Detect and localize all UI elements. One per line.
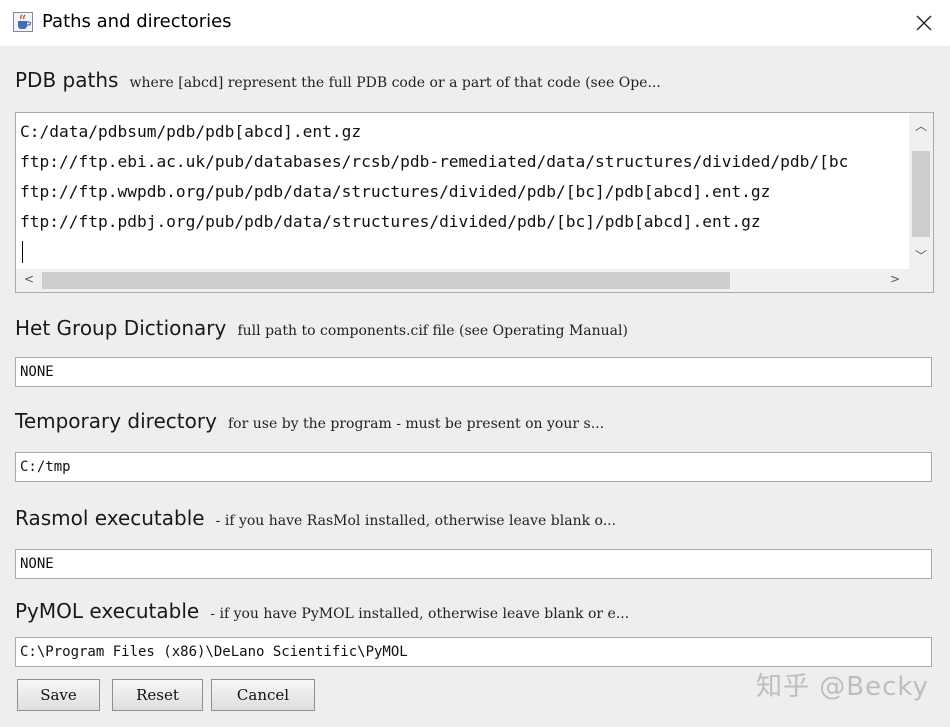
scroll-corner — [909, 269, 933, 292]
java-cup-icon — [13, 12, 33, 32]
pdb-path-line: ftp://ftp.wwpdb.org/pub/pdb/data/structu… — [20, 182, 771, 201]
dialog-content: PDB paths where [abcd] represent the ful… — [0, 46, 950, 727]
window-title: Paths and directories — [42, 11, 232, 32]
pdb-paths-textarea[interactable]: C:/data/pdbsum/pdb/pdb[abcd].ent.gz ftp:… — [15, 112, 934, 293]
pymol-input[interactable] — [15, 637, 932, 667]
rasmol-hint: - if you have RasMol installed, otherwis… — [215, 513, 617, 529]
pymol-heading: PyMOL executable - if you have PyMOL ins… — [15, 599, 629, 623]
rasmol-heading: Rasmol executable - if you have RasMol i… — [15, 506, 616, 530]
close-button[interactable] — [906, 6, 942, 40]
pdb-paths-lines: C:/data/pdbsum/pdb/pdb[abcd].ent.gz ftp:… — [20, 117, 908, 267]
vertical-scrollbar[interactable]: ︿ ﹀ — [909, 113, 933, 269]
het-group-title: Het Group Dictionary — [15, 316, 227, 340]
close-icon — [916, 15, 932, 31]
pymol-title: PyMOL executable — [15, 599, 200, 623]
temp-dir-hint: for use by the program - must be present… — [228, 416, 605, 432]
pdb-paths-hint: where [abcd] represent the full PDB code… — [129, 75, 661, 91]
scroll-left-icon[interactable]: < — [24, 272, 34, 286]
horizontal-scroll-thumb[interactable] — [42, 272, 730, 289]
rasmol-title: Rasmol executable — [15, 506, 205, 530]
temp-dir-heading: Temporary directory for use by the progr… — [15, 409, 604, 433]
cancel-button[interactable]: Cancel — [211, 679, 315, 711]
pdb-paths-title: PDB paths — [15, 68, 119, 92]
pdb-path-line: ftp://ftp.pdbj.org/pub/pdb/data/structur… — [20, 212, 761, 231]
rasmol-input[interactable] — [15, 549, 932, 579]
vertical-scroll-thumb[interactable] — [912, 151, 930, 237]
scroll-down-icon[interactable]: ﹀ — [915, 247, 927, 264]
het-group-hint: full path to components.cif file (see Op… — [237, 323, 628, 339]
pdb-paths-heading: PDB paths where [abcd] represent the ful… — [15, 68, 661, 92]
scroll-right-icon[interactable]: > — [890, 272, 900, 286]
temp-dir-input[interactable] — [15, 452, 932, 482]
het-group-heading: Het Group Dictionary full path to compon… — [15, 316, 628, 340]
reset-button[interactable]: Reset — [112, 679, 203, 711]
horizontal-scrollbar[interactable]: < > — [16, 269, 909, 292]
pdb-path-line: ftp://ftp.ebi.ac.uk/pub/databases/rcsb/p… — [20, 152, 849, 171]
scroll-up-icon[interactable]: ︿ — [915, 117, 927, 134]
title-bar: Paths and directories — [0, 0, 950, 46]
watermark: 知乎 @Becky — [756, 672, 929, 702]
pymol-hint: - if you have PyMOL installed, otherwise… — [210, 606, 630, 622]
het-group-input[interactable] — [15, 357, 932, 387]
temp-dir-title: Temporary directory — [15, 409, 217, 433]
text-caret — [22, 241, 23, 263]
pdb-path-line: C:/data/pdbsum/pdb/pdb[abcd].ent.gz — [20, 122, 362, 141]
save-button[interactable]: Save — [17, 679, 100, 711]
